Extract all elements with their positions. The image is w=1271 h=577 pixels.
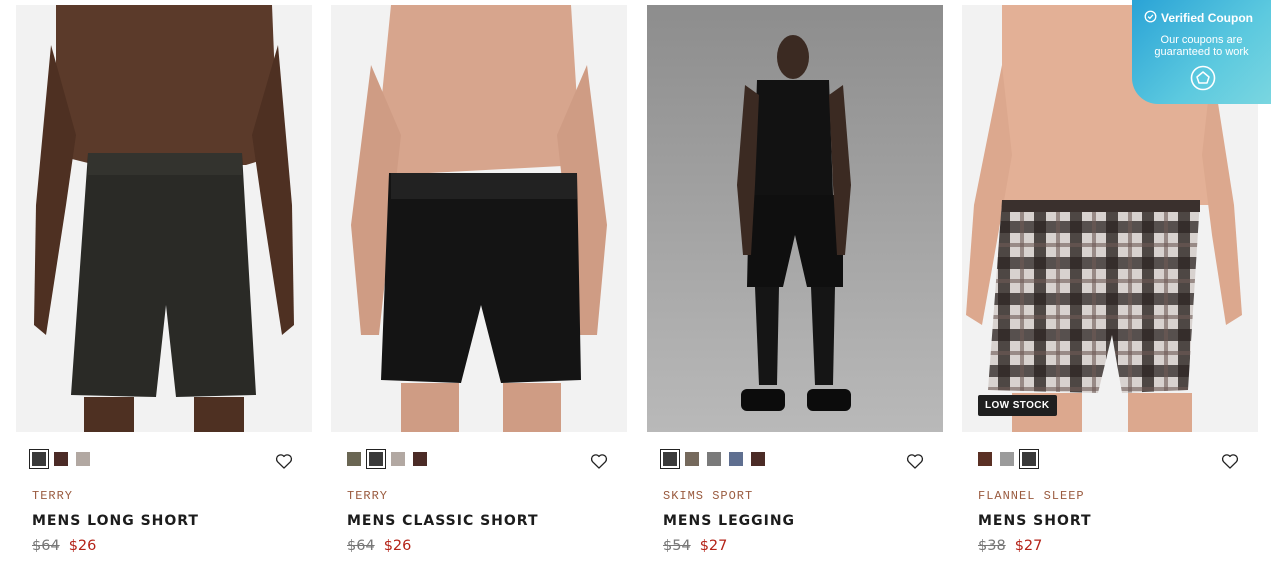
color-swatches [29,449,294,469]
color-swatch[interactable] [729,452,743,466]
product-category: SKIMS SPORT [663,489,754,503]
color-swatch[interactable] [707,452,721,466]
heart-icon[interactable] [274,451,294,471]
low-stock-badge: LOW STOCK [978,395,1057,416]
product-price: $64 $26 [347,538,411,554]
original-price: $64 [32,538,60,554]
sale-price: $26 [383,538,412,554]
heart-icon[interactable] [589,451,609,471]
color-swatches [347,449,609,469]
product-name[interactable]: MENS LONG SHORT [32,513,199,529]
coupon-title: Verified Coupon [1144,10,1253,26]
verified-coupon-widget[interactable]: Verified Coupon Our coupons are guarante… [1132,0,1271,104]
original-price: $64 [347,538,375,554]
color-swatch[interactable] [1000,452,1014,466]
color-swatch[interactable] [54,452,68,466]
color-swatch[interactable] [347,452,361,466]
color-swatch[interactable] [391,452,405,466]
coupon-subtitle-line: guaranteed to work [1154,46,1249,58]
product-category: TERRY [347,489,389,503]
color-swatch[interactable] [660,449,680,469]
product-name[interactable]: MENS CLASSIC SHORT [347,513,539,529]
color-swatch[interactable] [685,452,699,466]
coupon-subtitle: Our coupons are guaranteed to work [1132,34,1271,58]
color-swatch[interactable] [29,449,49,469]
product-price: $54 $27 [663,538,727,554]
sale-price: $26 [68,538,97,554]
product-card[interactable]: TERRY MENS LONG SHORT $64 $26 [16,5,312,565]
product-image[interactable] [647,5,943,432]
product-card[interactable]: SKIMS SPORT MENS LEGGING $54 $27 [647,5,943,565]
product-price: $38 $27 [978,538,1042,554]
product-price: $64 $26 [32,538,96,554]
product-name[interactable]: MENS SHORT [978,513,1092,529]
product-category: TERRY [32,489,74,503]
heart-icon[interactable] [1220,451,1240,471]
product-image[interactable] [331,5,627,432]
product-card[interactable]: TERRY MENS CLASSIC SHORT $64 $26 [331,5,627,565]
sale-price: $27 [699,538,728,554]
color-swatch[interactable] [978,452,992,466]
heart-icon[interactable] [905,451,925,471]
color-swatches [978,449,1240,469]
product-name[interactable]: MENS LEGGING [663,513,795,529]
product-image[interactable] [16,5,312,432]
color-swatch[interactable] [1019,449,1039,469]
color-swatch[interactable] [366,449,386,469]
original-price: $38 [978,538,1006,554]
coupon-brand-icon[interactable] [1190,65,1216,91]
coupon-title-text: Verified Coupon [1161,11,1254,25]
check-circle-icon [1144,10,1157,26]
product-category: FLANNEL SLEEP [978,489,1085,503]
color-swatch[interactable] [751,452,765,466]
color-swatch[interactable] [76,452,90,466]
color-swatches [660,449,925,469]
sale-price: $27 [1014,538,1043,554]
original-price: $54 [663,538,691,554]
color-swatch[interactable] [413,452,427,466]
coupon-subtitle-line: Our coupons are [1160,34,1243,46]
